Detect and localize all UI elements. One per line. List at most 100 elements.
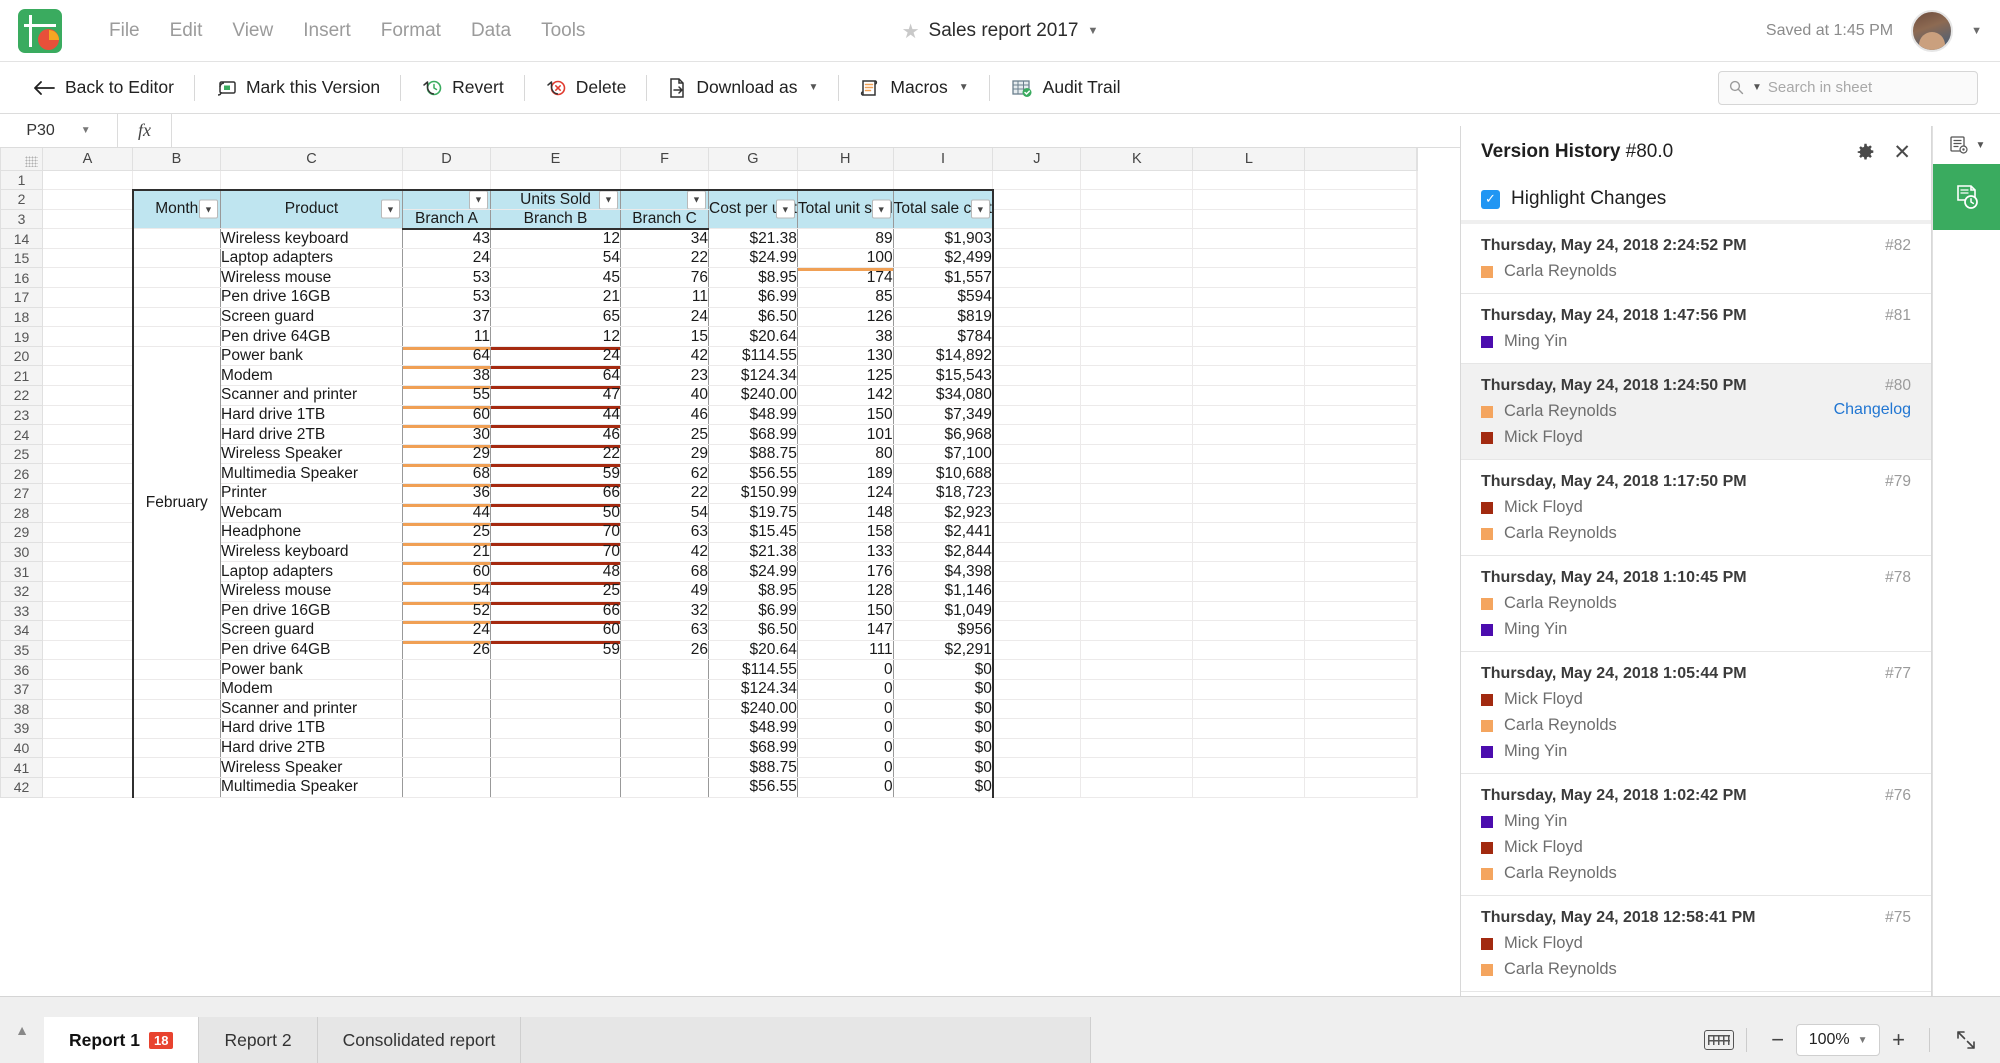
- grid-cell-empty[interactable]: [43, 581, 133, 601]
- table-row[interactable]: 42Multimedia Speaker$56.550$0: [1, 777, 1418, 797]
- grid-cell-product[interactable]: Wireless mouse: [221, 268, 403, 288]
- grid-cell-empty[interactable]: [993, 268, 1081, 288]
- grid-cell-total-unit-sold[interactable]: 189: [797, 464, 893, 484]
- gear-icon[interactable]: [1856, 143, 1875, 162]
- grid-cell-total-sale-cost[interactable]: $0: [893, 738, 993, 758]
- grid-cell-total-unit-sold[interactable]: 125: [797, 366, 893, 386]
- table-row[interactable]: 38Scanner and printer$240.000$0: [1, 699, 1418, 719]
- grid-cell-empty[interactable]: [1081, 346, 1193, 366]
- grid-cell-empty[interactable]: [993, 758, 1081, 778]
- grid-cell-empty[interactable]: [993, 386, 1081, 406]
- row-header-24[interactable]: 24: [1, 425, 43, 445]
- grid-cell-total-sale-cost[interactable]: $784: [893, 327, 993, 347]
- grid-cell-total-sale-cost[interactable]: $594: [893, 288, 993, 308]
- column-header-extra[interactable]: [1305, 148, 1417, 170]
- grid-cell-empty[interactable]: [43, 229, 133, 249]
- grid-cell-branch-a[interactable]: [403, 777, 491, 797]
- grid-cell-cost-per-unit[interactable]: $48.99: [709, 405, 798, 425]
- grid-cell-empty[interactable]: [1417, 719, 1418, 739]
- grid-row-header-2[interactable]: 2Month▼Product▼▼Units Sold▼▼Cost per uni…: [1, 190, 1418, 210]
- grid-cell-empty[interactable]: [1305, 699, 1417, 719]
- grid-cell-empty[interactable]: [1081, 640, 1193, 660]
- grid-cell-branch-b[interactable]: 64: [491, 366, 621, 386]
- grid-cell-empty[interactable]: [43, 464, 133, 484]
- grid-cell-empty[interactable]: [1193, 229, 1305, 249]
- grid-cell-total-unit-sold[interactable]: 100: [797, 248, 893, 268]
- column-header-B[interactable]: B: [133, 148, 221, 170]
- back-to-editor-button[interactable]: Back to Editor: [20, 71, 188, 104]
- grid-cell-total-sale-cost[interactable]: $0: [893, 699, 993, 719]
- grid-cell-empty[interactable]: [43, 209, 133, 229]
- grid-cell-empty[interactable]: [1417, 327, 1418, 347]
- table-row[interactable]: 16Wireless mouse534576$8.95174$1,557: [1, 268, 1418, 288]
- version-list-item[interactable]: Thursday, May 24, 2018 1:47:56 PM #81 Mi…: [1461, 294, 1931, 364]
- grid-cell-month[interactable]: [133, 758, 221, 778]
- grid-cell-empty[interactable]: [1417, 268, 1418, 288]
- sheet-tab-consolidated-report[interactable]: Consolidated report: [318, 1017, 522, 1063]
- grid-cell-cost-per-unit[interactable]: $20.64: [709, 327, 798, 347]
- grid-cell-empty[interactable]: [1081, 738, 1193, 758]
- row-header-42[interactable]: 42: [1, 777, 43, 797]
- grid-cell-empty[interactable]: [1417, 562, 1418, 582]
- grid-cell-cost-per-unit[interactable]: $88.75: [709, 444, 798, 464]
- grid-cell-branch-a[interactable]: 25: [403, 523, 491, 543]
- grid-cell-empty[interactable]: [1081, 679, 1193, 699]
- grid-cell-branch-b[interactable]: 46: [491, 425, 621, 445]
- grid-cell-branch-a[interactable]: 68: [403, 464, 491, 484]
- grid-cell-empty[interactable]: [1081, 777, 1193, 797]
- grid-cell-branch-a[interactable]: 30: [403, 425, 491, 445]
- grid-cell-empty[interactable]: [1305, 386, 1417, 406]
- grid-cell-empty[interactable]: [43, 386, 133, 406]
- grid-cell-branch-a[interactable]: 38: [403, 366, 491, 386]
- changelog-link[interactable]: Changelog: [1834, 401, 1911, 419]
- highlight-changes-checkbox[interactable]: ✓: [1481, 190, 1500, 209]
- grid-cell-branch-a[interactable]: [403, 679, 491, 699]
- grid-cell-empty[interactable]: [1081, 307, 1193, 327]
- grid-cell-product[interactable]: Hard drive 2TB: [221, 425, 403, 445]
- grid-cell-branch-b[interactable]: 66: [491, 484, 621, 504]
- column-header-J[interactable]: J: [993, 148, 1081, 170]
- grid-cell-empty[interactable]: [993, 660, 1081, 680]
- grid-cell-branch-b[interactable]: 66: [491, 601, 621, 621]
- row-header-19[interactable]: 19: [1, 327, 43, 347]
- select-all-corner[interactable]: [1, 148, 43, 170]
- filter-dropdown-icon[interactable]: ▼: [599, 190, 618, 209]
- filter-dropdown-icon[interactable]: ▼: [199, 200, 218, 219]
- grid-cell-branch-c[interactable]: [621, 777, 709, 797]
- grid-cell-total-unit-sold[interactable]: 150: [797, 601, 893, 621]
- grid-cell-total-sale-cost[interactable]: $4,398: [893, 562, 993, 582]
- grid-cell-cost-per-unit[interactable]: $56.55: [709, 777, 798, 797]
- close-icon[interactable]: ✕: [1893, 142, 1911, 163]
- grid-cell-empty[interactable]: [1305, 327, 1417, 347]
- grid-cell-product[interactable]: Pen drive 64GB: [221, 640, 403, 660]
- grid-cell-branch-b[interactable]: 60: [491, 621, 621, 641]
- grid-cell-empty[interactable]: [1081, 562, 1193, 582]
- grid-cell-empty[interactable]: [1305, 190, 1417, 210]
- grid-cell-branch-a[interactable]: 36: [403, 484, 491, 504]
- grid-cell-product[interactable]: Headphone: [221, 523, 403, 543]
- grid-cell-empty[interactable]: [43, 738, 133, 758]
- zoom-in-button[interactable]: +: [1880, 1027, 1917, 1053]
- grid-cell-branch-c[interactable]: 32: [621, 601, 709, 621]
- grid-cell-branch-c[interactable]: 22: [621, 484, 709, 504]
- grid-cell-branch-c[interactable]: 24: [621, 307, 709, 327]
- grid-cell-month[interactable]: [133, 248, 221, 268]
- row-header-35[interactable]: 35: [1, 640, 43, 660]
- grid-cell-empty[interactable]: [43, 777, 133, 797]
- grid-cell-empty[interactable]: [1417, 386, 1418, 406]
- grid-row[interactable]: 1: [1, 170, 1418, 190]
- grid-cell-product[interactable]: Laptop adapters: [221, 562, 403, 582]
- sheet-tab-report-2[interactable]: Report 2: [199, 1017, 317, 1063]
- grid-cell-product[interactable]: Wireless Speaker: [221, 758, 403, 778]
- grid-cell-empty[interactable]: [1417, 777, 1418, 797]
- grid-cell-cost-per-unit[interactable]: $20.64: [709, 640, 798, 660]
- grid-cell-empty[interactable]: [993, 523, 1081, 543]
- grid-cell-cost-per-unit[interactable]: $6.50: [709, 621, 798, 641]
- grid-cell-branch-c[interactable]: [621, 758, 709, 778]
- audit-trail-button[interactable]: Audit Trail: [996, 71, 1135, 104]
- grid-cell-total-sale-cost[interactable]: $1,049: [893, 601, 993, 621]
- grid-cell-empty[interactable]: [1417, 229, 1418, 249]
- grid-cell-empty[interactable]: [1305, 288, 1417, 308]
- grid-cell-branch-a[interactable]: 60: [403, 562, 491, 582]
- grid-cell-total-sale-cost[interactable]: $0: [893, 719, 993, 739]
